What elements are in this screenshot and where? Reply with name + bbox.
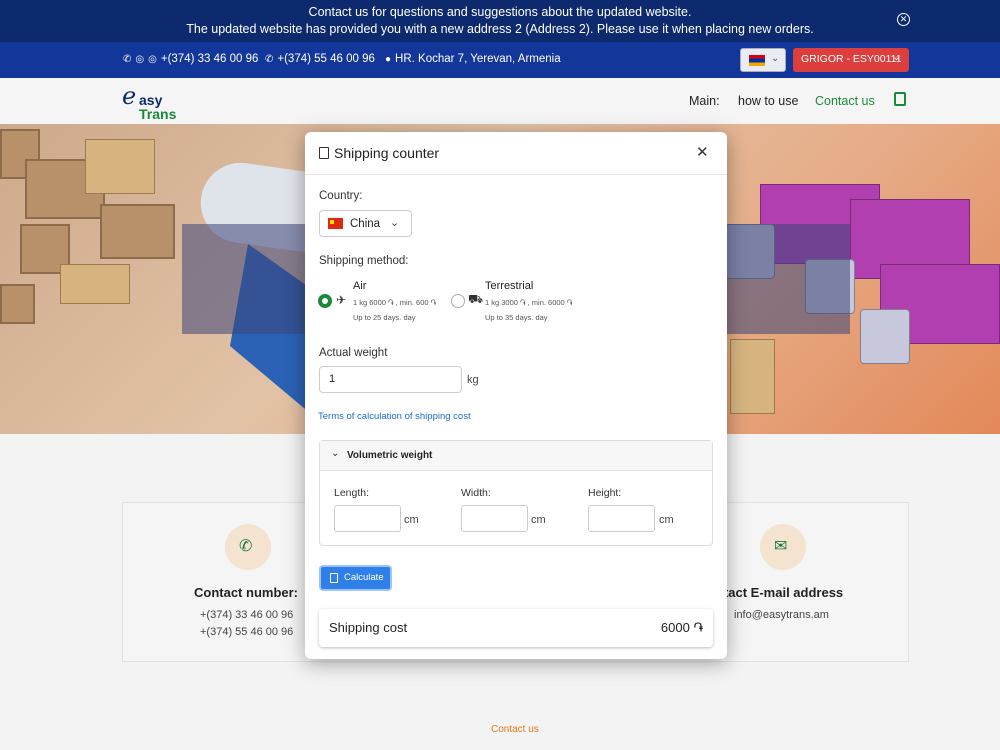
contact-bar: ✆ ◎ ◎ +(374) 33 46 00 96 ✆ +(374) 55 46 …: [0, 42, 1000, 78]
country-select[interactable]: China ⌄: [319, 210, 412, 237]
method-air-rate: 1 kg 6000 ֏ , min. 600 ֏: [353, 298, 437, 307]
width-input[interactable]: [461, 505, 528, 532]
airplane-icon: ✈: [336, 293, 347, 307]
location-pin-icon: ●: [385, 53, 392, 65]
nav-main[interactable]: Main:: [689, 94, 720, 108]
truck-cab-image: [860, 309, 910, 364]
whatsapp-icon: ◎: [135, 53, 145, 65]
phone-number-2: +(374) 55 46 00 96: [277, 53, 375, 65]
china-flag-icon: [328, 218, 343, 229]
actual-weight-input[interactable]: 1: [319, 366, 462, 393]
method-air-name: Air: [353, 280, 367, 292]
calculator-icon: [330, 573, 338, 583]
logo[interactable]: e asy Trans: [122, 82, 182, 124]
length-unit: cm: [404, 514, 419, 526]
shipping-cost-row: Shipping cost 6000 ֏: [319, 609, 713, 647]
contact-email[interactable]: info@easytrans.am: [734, 609, 829, 621]
viber-icon: ◎: [148, 53, 157, 65]
user-name: GRIGOR - ESY00111: [801, 53, 902, 65]
shipping-cost-label: Shipping cost: [329, 620, 408, 635]
air-radio[interactable]: [318, 294, 332, 308]
phone-item-1[interactable]: ✆ ◎ ◎ +(374) 33 46 00 96: [123, 53, 258, 65]
pallet-image: [730, 339, 775, 414]
phone-number-1: +(374) 33 46 00 96: [160, 53, 259, 65]
pallet-image: [85, 139, 155, 194]
method-terrestrial-rate: 1 kg 3000 ֏ , min. 6000 ֏: [485, 298, 573, 307]
calculate-button[interactable]: Calculate: [319, 565, 392, 591]
terms-link[interactable]: Terms of calculation of shipping cost: [318, 411, 471, 422]
phone-icon: ✆: [123, 53, 132, 65]
address-text: HR. Kochar 7, Yerevan, Armenia: [395, 53, 561, 65]
phone-item-2[interactable]: ✆ +(374) 55 46 00 96: [265, 53, 375, 65]
announcement-line-1: Contact us for questions and suggestions…: [308, 5, 692, 19]
calculate-label: Calculate: [344, 572, 384, 583]
terrestrial-radio[interactable]: [451, 294, 465, 308]
volumetric-weight-panel: ⌄ Volumetric weight Length: cm Width: cm…: [319, 440, 713, 546]
footer-contact-link[interactable]: Contact us: [491, 724, 539, 735]
modal-header: Shipping counter ✕: [305, 132, 727, 175]
width-label: Width:: [461, 487, 491, 499]
language-selector[interactable]: ⌄: [740, 48, 786, 72]
announcement-bar: Contact us for questions and suggestions…: [0, 0, 1000, 42]
length-input[interactable]: [334, 505, 401, 532]
chevron-down-icon: ⌄: [390, 217, 400, 229]
contact-phone-2[interactable]: +(374) 55 46 00 96: [200, 626, 293, 638]
volumetric-weight-title: Volumetric weight: [347, 450, 433, 461]
length-label: Length:: [334, 487, 370, 499]
shipping-counter-modal: Shipping counter ✕ Country: China ⌄ Ship…: [305, 132, 727, 659]
method-air-days: Up to 25 days. day: [353, 313, 416, 322]
crate-image: [0, 284, 35, 324]
contact-email-title: ntact E-mail address: [716, 585, 844, 600]
email-icon: ✉: [760, 524, 806, 570]
main-nav: e asy Trans Main: how to use Contact us: [0, 78, 1000, 124]
chevron-down-icon: ⌄: [892, 51, 901, 63]
method-terrestrial-name: Terrestrial: [485, 280, 534, 292]
calculator-icon[interactable]: [894, 92, 906, 106]
country-value: China: [350, 218, 381, 230]
truck-icon: ⛟: [468, 292, 484, 306]
crate-image: [100, 204, 175, 259]
height-unit: cm: [659, 514, 674, 526]
chevron-down-icon: ⌄: [331, 448, 340, 459]
calculator-icon: [319, 147, 329, 159]
height-label: Height:: [588, 487, 622, 499]
contact-phone-1[interactable]: +(374) 33 46 00 96: [200, 609, 293, 621]
address-item: ● HR. Kochar 7, Yerevan, Armenia: [385, 53, 561, 65]
close-icon[interactable]: ✕: [696, 143, 709, 161]
logo-trans: Trans: [139, 106, 177, 122]
width-unit: cm: [531, 514, 546, 526]
chevron-down-icon: ⌄: [771, 53, 780, 64]
shipping-cost-value: 6000 ֏: [660, 620, 703, 635]
nav-how-to-use[interactable]: how to use: [738, 94, 798, 108]
method-terrestrial-days: Up to 35 days. day: [485, 313, 548, 322]
phone-icon: ✆: [265, 53, 274, 65]
announcement-line-2: The updated website has provided you wit…: [186, 22, 814, 36]
nav-contact-us[interactable]: Contact us: [815, 94, 875, 108]
user-menu-button[interactable]: GRIGOR - ESY00111 ⌄: [793, 48, 909, 72]
pallet-image: [60, 264, 130, 304]
phone-icon: ✆: [225, 524, 271, 570]
armenia-flag-icon: [749, 55, 765, 66]
contact-number-title: Contact number:: [194, 585, 298, 600]
actual-weight-label: Actual weight: [319, 347, 388, 359]
logo-letter: e: [122, 82, 137, 110]
country-label: Country:: [319, 190, 363, 202]
modal-title: Shipping counter: [334, 145, 440, 161]
volumetric-weight-header[interactable]: ⌄ Volumetric weight: [320, 441, 712, 471]
weight-unit: kg: [467, 374, 479, 386]
height-input[interactable]: [588, 505, 655, 532]
close-announcement-icon[interactable]: ✕: [897, 13, 910, 26]
shipping-method-label: Shipping method:: [319, 255, 409, 267]
